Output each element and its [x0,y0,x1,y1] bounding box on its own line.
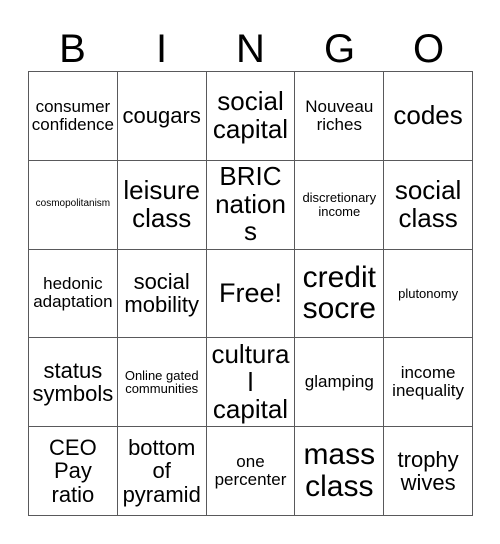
bingo-header-row: B I N G O [28,22,473,71]
bingo-cell-label: discretionary income [302,189,377,219]
bingo-cell-label: mass class [303,438,376,504]
bingo-cell[interactable]: leisure class [117,160,207,250]
bingo-cell-label: BRIC nations [215,161,286,247]
bingo-cell-label: Nouveau riches [305,96,374,134]
bingo-cell[interactable]: Nouveau riches [295,72,385,161]
bingo-cell[interactable]: one percenter [206,427,296,516]
bingo-cell[interactable]: consumer confidence [29,72,118,161]
bingo-cell-label: consumer confidence [31,96,115,134]
bingo-cell[interactable]: social mobility [117,249,207,339]
bingo-cell-label: Online gated communities [124,367,199,397]
bingo-cell-label: glamping [304,372,374,392]
bingo-cell-label: trophy wives [397,446,459,496]
bingo-card: B I N G O consumer confidence cougars soci… [0,0,500,544]
bingo-cell[interactable]: social class [384,160,473,250]
header-letter-o: O [412,27,445,71]
bingo-cell-label: CEO Pay ratio [49,435,97,507]
bingo-cell-label: Free! [218,278,282,309]
bingo-cell-label: credit socre [302,260,376,326]
bingo-cell-label: social mobility [124,269,199,318]
bingo-grid: consumer confidence cougars social capital… [28,71,473,516]
bingo-cell-label: social capital [212,86,289,144]
bingo-cell-label: bottom of pyramid [122,435,201,507]
bingo-cell-label: cougars [122,103,201,129]
bingo-cell[interactable]: mass class [295,427,385,516]
bingo-cell[interactable]: status symbols [29,338,118,428]
header-letter-b: B [59,27,86,71]
bingo-cell-label: hedonic adaptation [33,274,113,312]
header-letter-n: N [236,27,265,71]
bingo-cell[interactable]: trophy wives [384,427,473,516]
bingo-cell-label: leisure class [123,175,200,233]
bingo-cell[interactable]: CEO Pay ratio [29,427,118,516]
bingo-cell[interactable]: social capital [206,72,296,161]
bingo-cell[interactable]: credit socre [295,249,385,339]
bingo-cell-label: income inequality [392,363,464,401]
bingo-cell-label: plutonomy [398,285,459,301]
bingo-cell[interactable]: income inequality [384,338,473,428]
header-letter-g: G [323,27,356,71]
header-letter-i: I [155,27,168,71]
bingo-cell-label: cultural capital [211,338,290,425]
bingo-cell-label: codes [393,100,463,131]
bingo-cell-free[interactable]: Free! [206,249,296,339]
bingo-cell[interactable]: BRIC nations [206,160,296,250]
bingo-cell[interactable]: hedonic adaptation [29,249,118,339]
bingo-cell[interactable]: plutonomy [384,249,473,339]
bingo-cell-label: cosmopolitanism [35,198,111,210]
bingo-cell-label: one percenter [214,452,287,490]
bingo-cell[interactable]: discretionary income [295,160,385,250]
bingo-cell-label: status symbols [32,357,114,407]
bingo-cell[interactable]: cougars [117,72,207,161]
bingo-cell[interactable]: bottom of pyramid [117,427,207,516]
bingo-cell[interactable]: cultural capital [206,338,296,428]
bingo-cell[interactable]: codes [384,72,473,161]
bingo-cell[interactable]: glamping [295,338,385,428]
bingo-cell-label: social class [394,175,462,233]
bingo-cell[interactable]: cosmopolitanism [29,160,118,250]
bingo-cell[interactable]: Online gated communities [117,338,207,428]
